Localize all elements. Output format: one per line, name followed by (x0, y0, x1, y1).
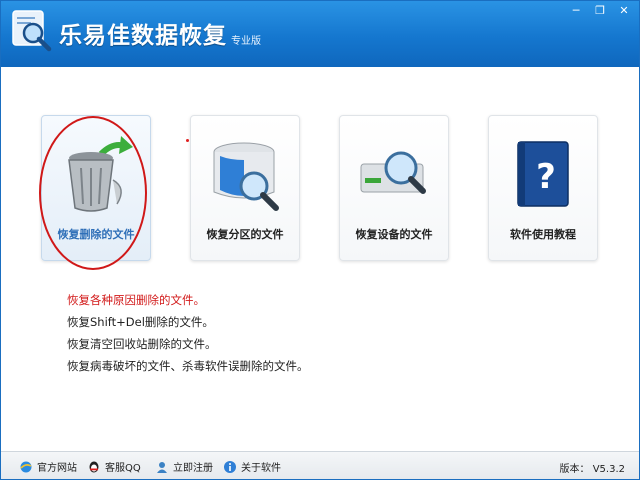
card-recover-partition[interactable]: 恢复分区的文件 (190, 115, 300, 261)
ie-globe-icon (20, 461, 32, 472)
description-line: 恢复清空回收站删除的文件。 (67, 337, 217, 351)
app-window: 乐易佳数据恢复 专业版 ─ ❐ ✕ 恢复删除的文件 恢复分区的文件 恢复设备的文… (0, 0, 640, 480)
menu-button[interactable]: ─ (567, 4, 585, 18)
app-logo-icon (12, 10, 52, 52)
card-label: 恢复删除的文件 (57, 228, 135, 241)
card-tutorial[interactable]: ? 软件使用教程 (488, 115, 598, 261)
card-label: 恢复分区的文件 (206, 228, 284, 241)
status-link-label: 官方网站 (37, 463, 77, 474)
about-link[interactable]: 关于软件 (223, 459, 281, 474)
description-line: 恢复Shift+Del删除的文件。 (67, 315, 214, 329)
feature-description: 恢复各种原因删除的文件。 恢复Shift+Del删除的文件。 恢复清空回收站删除… (67, 289, 309, 377)
svg-text:?: ? (536, 157, 556, 197)
status-link-label: 立即注册 (173, 463, 213, 474)
register-icon (157, 461, 167, 473)
card-recover-deleted[interactable]: 恢复删除的文件 (41, 115, 151, 261)
version-label: 版本： V5.3.2 (559, 464, 625, 475)
disk-search-icon (213, 142, 279, 211)
card-label: 恢复设备的文件 (355, 228, 433, 241)
card-recover-device[interactable]: 恢复设备的文件 (339, 115, 449, 261)
description-line: 恢复各种原因删除的文件。 (67, 293, 205, 307)
card-label: 软件使用教程 (510, 228, 576, 241)
register-link[interactable]: 立即注册 (155, 459, 213, 474)
recycle-bin-icon (68, 136, 133, 212)
close-button[interactable]: ✕ (615, 4, 633, 18)
app-edition: 专业版 (231, 36, 261, 47)
customer-qq-link[interactable]: 客服QQ (87, 459, 141, 474)
status-link-label: 客服QQ (105, 463, 141, 474)
description-line: 恢复病毒破坏的文件、杀毒软件误删除的文件。 (67, 359, 309, 373)
app-title: 乐易佳数据恢复 (59, 23, 227, 49)
window-controls: ─ ❐ ✕ (567, 4, 633, 18)
official-site-link[interactable]: 官方网站 (19, 459, 77, 474)
status-bar: 官方网站 客服QQ 立即注册 关于软件 版本： V5.3.2 (1, 451, 639, 479)
annotation-dot (186, 139, 189, 142)
info-icon (224, 460, 236, 473)
title-bar: 乐易佳数据恢复 专业版 ─ ❐ ✕ (1, 1, 639, 67)
help-book-icon: ? (517, 141, 569, 207)
main-content: 恢复删除的文件 恢复分区的文件 恢复设备的文件 ? 软件使用教程 恢复各种原因删… (1, 67, 639, 451)
status-link-label: 关于软件 (241, 463, 281, 474)
drive-search-icon (360, 151, 426, 194)
restore-button[interactable]: ❐ (591, 4, 609, 18)
qq-penguin-icon (89, 461, 99, 472)
